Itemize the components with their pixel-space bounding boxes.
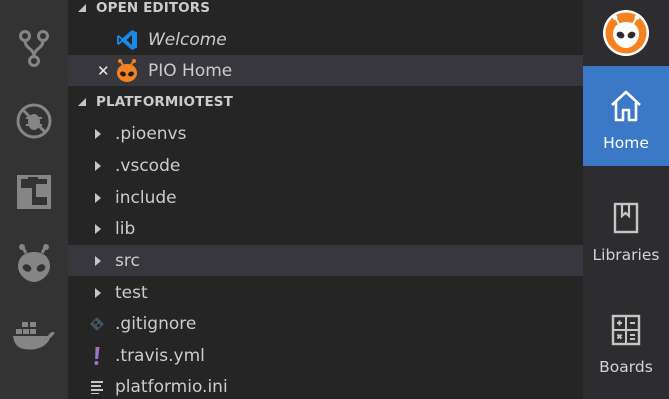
file-item[interactable]: .travis.yml [68, 340, 583, 371]
chevron-right-icon [95, 287, 101, 298]
project-header[interactable]: PLATFORMIOTEST [68, 90, 583, 114]
platformio-icon [115, 58, 139, 83]
vscode-icon [116, 28, 138, 52]
pio-home-sidebar: Home Libraries Boards [583, 0, 669, 399]
calculator-icon [611, 312, 641, 348]
project-title: PLATFORMIOTEST [96, 94, 233, 110]
open-editor-welcome[interactable]: Welcome [68, 24, 583, 55]
file-label: .travis.yml [115, 345, 205, 366]
chevron-right-icon [95, 128, 101, 139]
nav-boards[interactable]: Boards [583, 290, 669, 390]
platformio-alien-icon[interactable] [0, 234, 68, 294]
lines-icon [88, 377, 106, 397]
file-label: .gitignore [115, 313, 197, 334]
extensions-icon[interactable] [0, 162, 68, 222]
open-editor-pio-home-label: PIO Home [148, 60, 233, 81]
folder-item[interactable]: lib [68, 213, 583, 244]
nav-home[interactable]: Home [583, 66, 669, 166]
docker-icon[interactable] [0, 305, 68, 365]
git-diamond-icon [88, 314, 106, 334]
nav-boards-label: Boards [599, 358, 653, 376]
chevron-right-icon [95, 192, 101, 203]
folder-item[interactable]: .pioenvs [68, 118, 583, 149]
chevron-right-icon [95, 160, 101, 171]
chevron-right-icon [95, 255, 101, 266]
nav-home-label: Home [603, 134, 649, 152]
explorer-sidebar: OPEN EDITORS Welcome ✕ PIO Home PLATFORM… [68, 0, 583, 399]
chevron-right-icon [95, 223, 101, 234]
folder-label: .pioenvs [115, 123, 187, 144]
folder-item[interactable]: .vscode [68, 150, 583, 181]
expanded-twistie-icon [68, 3, 96, 13]
folder-label: src [115, 250, 140, 271]
nav-libraries[interactable]: Libraries [583, 178, 669, 278]
folder-item[interactable]: include [68, 182, 583, 213]
file-item[interactable]: .gitignore [68, 308, 583, 339]
open-editors-title: OPEN EDITORS [96, 0, 211, 16]
open-editor-pio-home[interactable]: ✕ PIO Home [68, 55, 583, 86]
open-editors-header[interactable]: OPEN EDITORS [68, 0, 583, 20]
close-icon[interactable]: ✕ [97, 62, 110, 80]
home-icon [609, 88, 643, 124]
file-item[interactable]: platformio.ini [68, 371, 583, 399]
file-label: platformio.ini [115, 376, 228, 397]
nav-libraries-label: Libraries [592, 246, 660, 264]
folder-label: include [115, 187, 177, 208]
debug-icon[interactable] [0, 91, 68, 151]
folder-label: test [115, 282, 148, 303]
activity-bar [0, 0, 68, 399]
open-editor-welcome-label: Welcome [148, 29, 227, 50]
exclamation-icon [88, 345, 106, 367]
source-control-icon[interactable] [0, 18, 68, 78]
folder-label: .vscode [115, 155, 181, 176]
platformio-logo [583, 0, 669, 66]
folder-item[interactable]: test [68, 277, 583, 308]
book-icon [613, 200, 639, 236]
folder-item[interactable]: src [68, 245, 583, 276]
folder-label: lib [115, 218, 136, 239]
expanded-twistie-icon [68, 97, 96, 107]
